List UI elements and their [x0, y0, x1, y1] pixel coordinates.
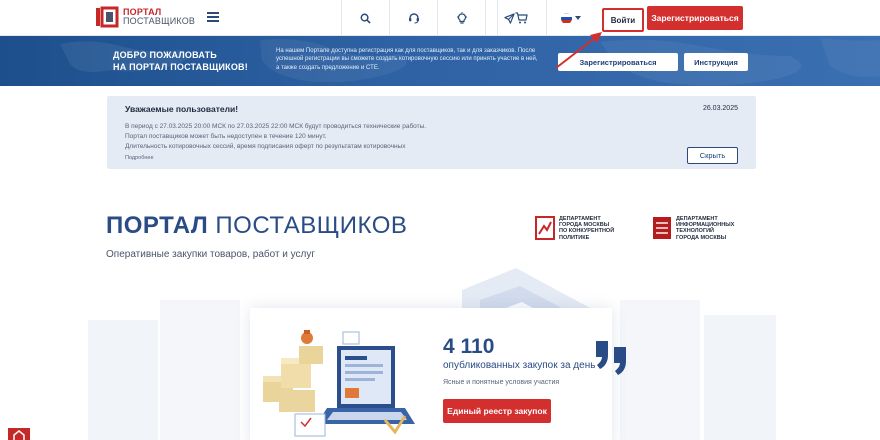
dept-it-emblem-icon: [653, 217, 671, 239]
notice-line: Длительность котировочных сессий, время …: [125, 143, 406, 150]
notice-line: В период с 27.03.2025 20:00 МСК по 27.03…: [125, 123, 427, 130]
notice-title: Уважаемые пользователи!: [125, 104, 239, 114]
welcome-banner: ДОБРО ПОЖАЛОВАТЬ НА ПОРТАЛ ПОСТАВЩИКОВ! …: [0, 36, 880, 86]
notice-body: В период с 27.03.2025 20:00 МСК по 27.03…: [125, 122, 426, 152]
page-subtitle: Оперативные закупки товаров, работ и усл…: [106, 249, 316, 260]
dept-competition-emblem-icon: [535, 216, 555, 240]
dept2-line: ГОРОДА МОСКВЫ: [676, 234, 727, 241]
dept1-line: ПОЛИТИКЕ: [559, 234, 590, 241]
logo-mark-icon: [96, 6, 119, 28]
dept-it-logo[interactable]: ДЕПАРТАМЕНТ ИНФОРМАЦИОННЫХ ТЕХНОЛОГИЙ ГО…: [652, 216, 734, 241]
dept1-line: ПО КОНКУРЕНТНОЙ: [559, 228, 615, 235]
notice-line: Портал поставщиков может быть недоступен…: [125, 133, 327, 140]
portal-page: ПОРТАЛ ПОСТАВЩИКОВ Войти Зарегистрироват…: [0, 0, 880, 440]
cart-button[interactable]: [497, 0, 545, 36]
conditions-text: Ясные и понятные условия участия: [443, 379, 560, 386]
support-button[interactable]: [389, 0, 437, 36]
hide-notice-button[interactable]: Скрыть: [687, 147, 738, 164]
page-title: ПОРТАЛ ПОСТАВЩИКОВ: [106, 212, 407, 240]
page-title-bold: ПОРТАЛ: [106, 212, 209, 239]
banner-title-line1: ДОБРО ПОЖАЛОВАТЬ: [113, 50, 217, 60]
portal-logo[interactable]: ПОРТАЛ ПОСТАВЩИКОВ: [95, 6, 195, 28]
pointer-arrow: [555, 32, 602, 69]
banner-title-line2: НА ПОРТАЛ ПОСТАВЩИКОВ!: [113, 62, 248, 72]
top-header: ПОРТАЛ ПОСТАВЩИКОВ Войти Зарегистрироват…: [0, 0, 880, 36]
chevron-down-icon: [574, 16, 581, 20]
page-title-rest: ПОСТАВЩИКОВ: [215, 212, 408, 239]
instruction-button[interactable]: Инструкция: [684, 53, 748, 71]
procurement-illustration: [263, 330, 415, 437]
cart-icon: [515, 12, 528, 24]
dept-competition-logo[interactable]: ДЕПАРТАМЕНТ ГОРОДА МОСКВЫ ПО КОНКУРЕНТНО…: [535, 216, 614, 241]
notice-panel: Уважаемые пользователи! 26.03.2025 В пер…: [107, 96, 756, 169]
notice-more-link[interactable]: Подробнее: [125, 155, 154, 161]
register-button[interactable]: Зарегистрироваться: [647, 6, 743, 30]
lightbulb-icon: [456, 11, 467, 24]
support-icon: [408, 13, 419, 24]
search-button[interactable]: [341, 0, 389, 36]
purchases-count-label: опубликованных закупок за день: [443, 360, 596, 371]
ideas-button[interactable]: [437, 0, 485, 36]
corner-home-badge[interactable]: [8, 428, 30, 440]
purchases-count: 4 110: [443, 335, 495, 358]
logo-subtitle: ПОСТАВЩИКОВ: [123, 16, 196, 26]
search-icon: [360, 13, 371, 24]
banner-text: На нашем Портале доступна регистрация ка…: [276, 48, 538, 71]
quote-marks-icon: [596, 341, 626, 375]
russia-flag-icon: [560, 12, 572, 24]
notice-date: 26.03.2025: [702, 105, 738, 112]
banner-title: ДОБРО ПОЖАЛОВАТЬ НА ПОРТАЛ ПОСТАВЩИКОВ!: [113, 49, 248, 73]
menu-icon[interactable]: [207, 12, 219, 22]
registry-button[interactable]: Единый реестр закупок: [443, 399, 551, 423]
home-icon: [13, 430, 25, 440]
